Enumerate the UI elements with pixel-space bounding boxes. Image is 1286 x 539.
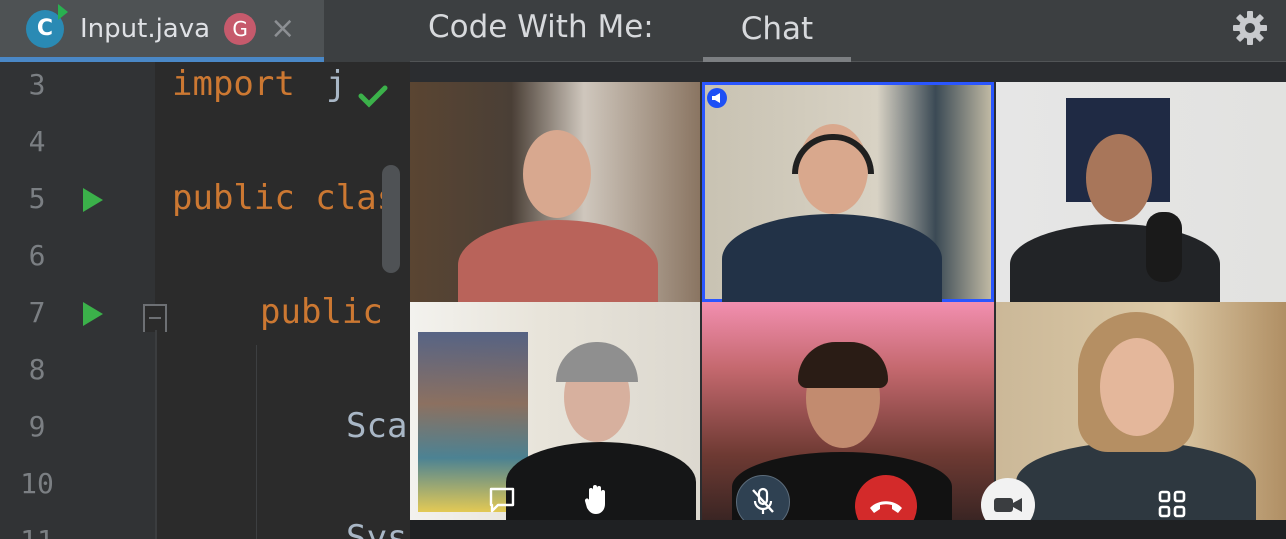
participant-video-tile[interactable] [996, 302, 1286, 520]
participant-video-tile[interactable] [996, 82, 1286, 302]
code-line-scanner[interactable]: Sca [346, 406, 407, 446]
participant-figure [722, 124, 942, 302]
line-number: 10 [20, 467, 54, 500]
run-gutter-icon[interactable] [83, 302, 103, 326]
java-class-icon: C [26, 3, 68, 48]
code-text[interactable]: j [326, 64, 346, 104]
line-number: 8 [28, 353, 46, 386]
grid-layout-icon[interactable] [1158, 490, 1186, 518]
run-gutter-icon[interactable] [83, 188, 103, 212]
participant-figure [458, 130, 658, 302]
line-number: 6 [28, 239, 46, 272]
editor-tab-bar: C Input.java G × [0, 0, 410, 62]
participant-video-tile[interactable] [410, 82, 700, 302]
hand-icon[interactable] [582, 482, 612, 516]
editor-tab-input-java[interactable]: C Input.java G × [0, 0, 324, 62]
tab-title: Input.java [80, 13, 211, 44]
participant-figure [1016, 312, 1256, 520]
participant-video-tile[interactable] [410, 302, 700, 520]
fold-icon[interactable] [143, 304, 167, 332]
video-camera-icon [994, 498, 1022, 512]
code-with-me-panel: Code With Me: Chat [410, 0, 1286, 539]
editor-scrollbar[interactable] [382, 165, 400, 273]
user-avatar-badge: G [224, 12, 257, 45]
code-keyword-import[interactable]: import [172, 64, 295, 104]
fold-guide [155, 330, 157, 539]
active-speaker-icon [707, 88, 727, 108]
line-number: 5 [28, 182, 46, 215]
panel-title: Code With Me: [428, 9, 654, 45]
indent-guide [256, 345, 257, 539]
code-editor[interactable]: C Input.java G × 3 4 5 6 7 8 9 10 11 imp… [0, 0, 410, 539]
tab-chat[interactable]: Chat [703, 0, 851, 62]
phone-hangup-icon [870, 501, 902, 513]
gear-icon[interactable] [1232, 10, 1268, 46]
line-number-gutter: 3 4 5 6 7 8 9 10 11 [0, 62, 155, 539]
participant-video-tile-active-speaker[interactable] [702, 82, 994, 302]
code-line-method[interactable]: public [260, 292, 383, 332]
line-number: 3 [28, 68, 46, 101]
line-number: 4 [28, 125, 46, 158]
panel-header: Code With Me: Chat [410, 0, 1286, 62]
mic-muted-icon [752, 487, 774, 514]
participant-figure [1010, 134, 1220, 302]
line-number: 7 [28, 296, 46, 329]
chat-icon[interactable] [488, 486, 516, 514]
line-number: 9 [28, 410, 46, 443]
code-line-class[interactable]: public clas [172, 178, 397, 218]
code-line-system[interactable]: Sys [346, 518, 407, 539]
panel-footer [410, 520, 1286, 539]
close-icon[interactable]: × [270, 11, 295, 46]
check-icon [358, 85, 388, 108]
line-number: 11 [14, 524, 60, 539]
microphone [1146, 212, 1182, 282]
